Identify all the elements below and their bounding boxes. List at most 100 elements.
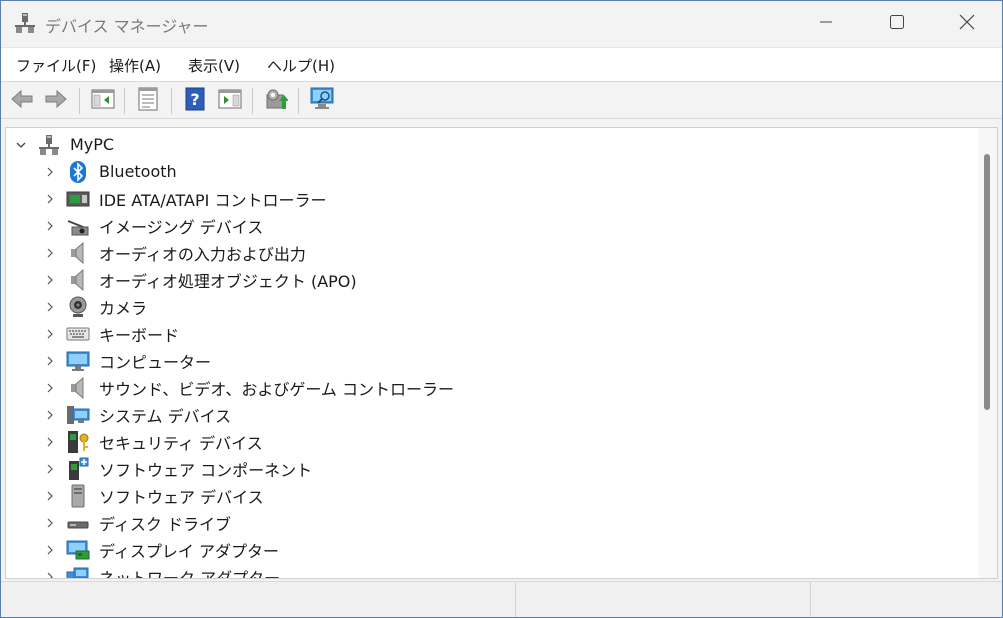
chevron-right-icon[interactable] bbox=[44, 274, 56, 286]
system-device-icon bbox=[66, 403, 90, 427]
tree-item-ide-ata[interactable]: IDE ATA/ATAPI コントローラー bbox=[6, 185, 966, 212]
scan-hardware-button[interactable] bbox=[310, 87, 336, 115]
chevron-right-icon[interactable] bbox=[44, 436, 56, 448]
device-manager-window: デバイス マネージャー ファイル(F) 操作(A) 表示(V) ヘルプ(H) ?… bbox=[0, 0, 1003, 618]
chevron-right-icon[interactable] bbox=[44, 490, 56, 502]
tree-item-camera[interactable]: カメラ bbox=[6, 293, 966, 320]
computer-tower-icon bbox=[37, 133, 61, 157]
tree-item-software-components[interactable]: ソフトウェア コンポーネント bbox=[6, 455, 966, 482]
tree-root-mypc[interactable]: MyPC bbox=[6, 131, 966, 158]
chevron-right-icon[interactable] bbox=[44, 517, 56, 529]
properties-button[interactable] bbox=[135, 87, 161, 115]
tree-item-imaging[interactable]: イメージング デバイス bbox=[6, 212, 966, 239]
chevron-right-icon[interactable] bbox=[44, 355, 56, 367]
bluetooth-icon bbox=[66, 160, 90, 184]
chevron-right-icon[interactable] bbox=[44, 463, 56, 475]
window-title: デバイス マネージャー bbox=[45, 17, 209, 36]
help-icon: ? bbox=[184, 87, 206, 115]
monitor-icon bbox=[66, 349, 90, 373]
chevron-right-icon[interactable] bbox=[44, 166, 56, 178]
tree-item-label: ソフトウェア デバイス bbox=[99, 487, 264, 507]
menu-file[interactable]: ファイル(F) bbox=[16, 55, 96, 76]
show-hide-tree-button[interactable] bbox=[90, 88, 116, 114]
tree-item-network-adapters[interactable]: ネットワーク アダプター bbox=[6, 563, 966, 579]
chevron-right-icon[interactable] bbox=[44, 328, 56, 340]
webcam-icon bbox=[66, 295, 90, 319]
disk-drive-icon bbox=[66, 511, 90, 535]
tree-item-label: ディスク ドライブ bbox=[99, 514, 231, 534]
tree-item-label: ネットワーク アダプター bbox=[99, 568, 281, 579]
tree-item-system-devices[interactable]: システム デバイス bbox=[6, 401, 966, 428]
menu-action[interactable]: 操作(A) bbox=[109, 55, 161, 76]
minimize-button[interactable] bbox=[791, 1, 861, 47]
forward-button[interactable] bbox=[43, 88, 69, 114]
tree-item-label: カメラ bbox=[99, 298, 148, 318]
svg-text:?: ? bbox=[190, 90, 199, 109]
keyboard-icon bbox=[66, 322, 90, 346]
chevron-right-icon[interactable] bbox=[44, 301, 56, 313]
maximize-button[interactable] bbox=[862, 1, 932, 47]
properties-icon bbox=[137, 87, 159, 115]
chevron-down-icon[interactable] bbox=[15, 139, 27, 151]
toolbar-separator bbox=[124, 88, 125, 114]
maximize-icon bbox=[889, 14, 905, 34]
chevron-right-icon[interactable] bbox=[44, 220, 56, 232]
toolbar-separator bbox=[171, 88, 172, 114]
tree-item-apo[interactable]: オーディオ処理オブジェクト (APO) bbox=[6, 266, 966, 293]
tree-item-display-adapters[interactable]: ディスプレイ アダプター bbox=[6, 536, 966, 563]
toolbar-separator bbox=[298, 88, 299, 114]
tree-item-disk-drives[interactable]: ディスク ドライブ bbox=[6, 509, 966, 536]
scan-hardware-changes-icon bbox=[310, 87, 336, 115]
minimize-icon bbox=[819, 15, 833, 33]
chevron-right-icon[interactable] bbox=[44, 247, 56, 259]
menu-view[interactable]: 表示(V) bbox=[188, 55, 240, 76]
tree-root-label: MyPC bbox=[70, 135, 115, 154]
speaker-icon bbox=[66, 268, 90, 292]
action-pane-icon bbox=[218, 88, 242, 114]
speaker-icon bbox=[66, 376, 90, 400]
tree-item-label: ディスプレイ アダプター bbox=[99, 541, 279, 561]
tree-item-security-devices[interactable]: セキュリティ デバイス bbox=[6, 428, 966, 455]
chevron-right-icon[interactable] bbox=[44, 193, 56, 205]
tree-item-label: システム デバイス bbox=[99, 406, 232, 426]
device-manager-icon bbox=[14, 12, 36, 34]
device-tree[interactable]: MyPC Bluetooth IDE ATA/ATAPI コントローラー イメー… bbox=[5, 127, 998, 579]
action-pane-button[interactable] bbox=[217, 88, 243, 114]
status-bar bbox=[1, 581, 1002, 617]
title-bar: デバイス マネージャー bbox=[1, 1, 1002, 47]
tree-item-label: イメージング デバイス bbox=[99, 217, 264, 237]
status-segment bbox=[515, 582, 810, 617]
imaging-device-icon bbox=[66, 214, 90, 238]
toolbar: ? bbox=[1, 81, 1002, 119]
forward-arrow-icon bbox=[44, 89, 68, 113]
chevron-right-icon[interactable] bbox=[44, 571, 56, 578]
software-component-icon bbox=[66, 457, 90, 481]
tree-item-label: ソフトウェア コンポーネント bbox=[99, 460, 313, 480]
close-icon bbox=[959, 14, 975, 34]
scrollbar-thumb[interactable] bbox=[984, 154, 990, 410]
status-segment bbox=[810, 582, 1002, 617]
tree-item-audio-io[interactable]: オーディオの入力および出力 bbox=[6, 239, 966, 266]
chevron-right-icon[interactable] bbox=[44, 409, 56, 421]
software-device-icon bbox=[66, 484, 90, 508]
update-driver-button[interactable] bbox=[263, 88, 289, 114]
tree-item-label: オーディオの入力および出力 bbox=[99, 244, 306, 264]
tree-item-sound-video[interactable]: サウンド、ビデオ、およびゲーム コントローラー bbox=[6, 374, 966, 401]
chevron-right-icon[interactable] bbox=[44, 382, 56, 394]
close-button[interactable] bbox=[932, 1, 1002, 47]
show-hide-console-tree-icon bbox=[91, 88, 115, 114]
speaker-icon bbox=[66, 241, 90, 265]
menu-help[interactable]: ヘルプ(H) bbox=[267, 55, 335, 76]
tree-item-label: IDE ATA/ATAPI コントローラー bbox=[99, 190, 327, 210]
back-button[interactable] bbox=[9, 88, 35, 114]
chevron-right-icon[interactable] bbox=[44, 544, 56, 556]
display-adapter-icon bbox=[66, 538, 90, 562]
help-button[interactable]: ? bbox=[182, 87, 208, 115]
tree-item-bluetooth[interactable]: Bluetooth bbox=[6, 158, 966, 185]
tree-item-keyboard[interactable]: キーボード bbox=[6, 320, 966, 347]
tree-item-software-devices[interactable]: ソフトウェア デバイス bbox=[6, 482, 966, 509]
back-arrow-icon bbox=[10, 89, 34, 113]
tree-item-computer[interactable]: コンピューター bbox=[6, 347, 966, 374]
update-driver-icon bbox=[264, 87, 289, 115]
tree-item-label: キーボード bbox=[99, 325, 180, 345]
